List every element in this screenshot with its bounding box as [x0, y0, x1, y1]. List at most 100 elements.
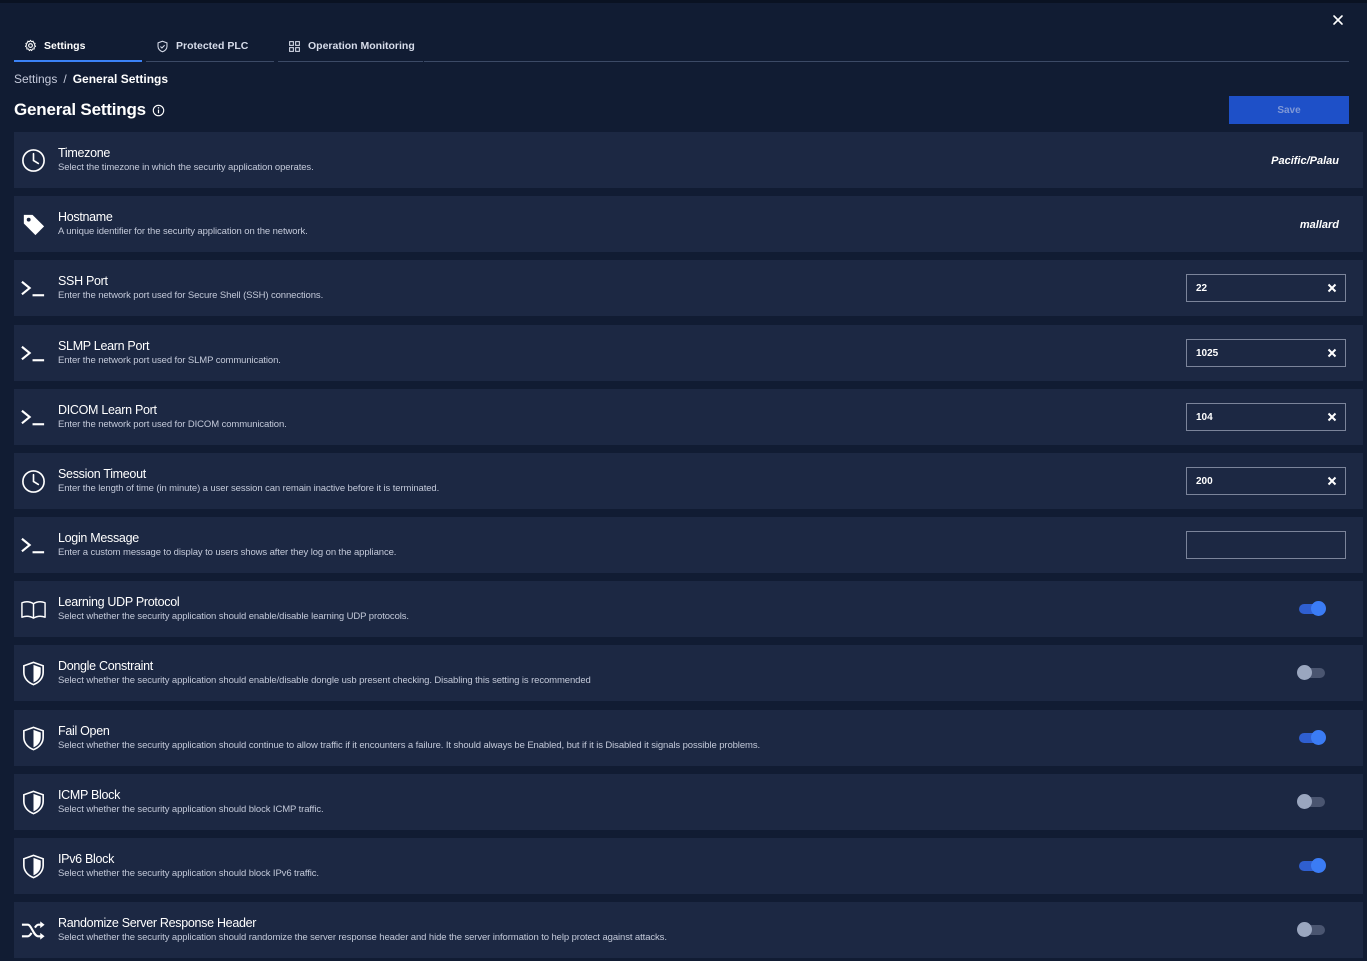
close-icon[interactable] — [1331, 13, 1345, 27]
dongle-constraint-toggle[interactable] — [1297, 664, 1329, 682]
setting-title: ICMP Block — [58, 788, 121, 802]
clock-icon — [20, 147, 47, 174]
toggle-knob — [1297, 665, 1312, 680]
setting-row-timezone: Timezone Select the timezone in which th… — [14, 132, 1363, 188]
shield-icon — [20, 660, 47, 687]
setting-title: Hostname — [58, 210, 113, 224]
setting-row-dongle-constraint: Dongle Constraint Select whether the sec… — [14, 645, 1363, 701]
toggle-knob — [1297, 922, 1312, 937]
slmp-port-input[interactable] — [1187, 340, 1317, 366]
setting-title: SSH Port — [58, 274, 108, 288]
shield-check-icon — [157, 40, 168, 52]
setting-row-randomize-header: Randomize Server Response Header Select … — [14, 902, 1363, 958]
setting-title: Fail Open — [58, 724, 110, 738]
login-message-field — [1186, 531, 1346, 559]
shield-icon — [20, 725, 47, 752]
grid-icon — [289, 40, 300, 52]
terminal-icon — [20, 275, 47, 302]
tab-protected-plc[interactable]: Protected PLC — [146, 31, 274, 62]
tab-bar: Settings Protected PLC Operation Monitor… — [14, 31, 1349, 62]
save-button[interactable]: Save — [1229, 96, 1349, 124]
tab-protected-plc-label: Protected PLC — [176, 40, 249, 52]
tab-divider — [424, 61, 1349, 62]
setting-row-dicom-learn-port: DICOM Learn Port Enter the network port … — [14, 389, 1363, 445]
login-message-input[interactable] — [1187, 532, 1317, 558]
toggle-knob — [1311, 730, 1326, 745]
setting-description: Select the timezone in which the securit… — [58, 162, 314, 173]
tab-operation-monitoring[interactable]: Operation Monitoring — [278, 31, 423, 62]
ssh-port-field — [1186, 274, 1346, 302]
terminal-icon — [20, 340, 47, 367]
setting-description: Select whether the security application … — [58, 611, 409, 622]
ssh-port-input[interactable] — [1187, 275, 1317, 301]
setting-title: Timezone — [58, 146, 111, 160]
page-title: General Settings — [14, 100, 165, 120]
toggle-knob — [1311, 601, 1326, 616]
setting-row-slmp-learn-port: SLMP Learn Port Enter the network port u… — [14, 325, 1363, 381]
slmp-port-field — [1186, 339, 1346, 367]
setting-row-learning-udp: Learning UDP Protocol Select whether the… — [14, 581, 1363, 637]
hostname-value[interactable]: mallard — [1300, 219, 1339, 231]
breadcrumb-separator: / — [63, 72, 67, 86]
setting-description: Enter the network port used for Secure S… — [58, 290, 324, 301]
dicom-port-input[interactable] — [1187, 404, 1317, 430]
setting-description: Select whether the security application … — [58, 675, 591, 686]
setting-title: Session Timeout — [58, 467, 146, 481]
setting-title: Learning UDP Protocol — [58, 595, 180, 609]
randomize-header-toggle[interactable] — [1297, 921, 1329, 939]
clear-icon[interactable] — [1326, 282, 1338, 294]
terminal-icon — [20, 404, 47, 431]
clock-icon — [20, 468, 47, 495]
terminal-icon — [20, 532, 47, 559]
fail-open-toggle[interactable] — [1297, 729, 1329, 747]
settings-window: Settings Protected PLC Operation Monitor… — [0, 0, 1367, 961]
setting-description: Enter the network port used for DICOM co… — [58, 419, 287, 430]
clear-icon[interactable] — [1326, 411, 1338, 423]
setting-description: Enter the length of time (in minute) a u… — [58, 483, 440, 494]
setting-title: Login Message — [58, 531, 139, 545]
learning-udp-toggle[interactable] — [1297, 600, 1329, 618]
setting-row-fail-open: Fail Open Select whether the security ap… — [14, 710, 1363, 766]
gear-icon — [24, 39, 37, 52]
setting-description: Enter a custom message to display to use… — [58, 547, 397, 558]
shield-icon — [20, 789, 47, 816]
setting-title: SLMP Learn Port — [58, 339, 150, 353]
setting-description: Select whether the security application … — [58, 932, 667, 943]
tab-settings[interactable]: Settings — [14, 31, 142, 62]
shuffle-icon — [20, 917, 47, 944]
setting-description: Select whether the security application … — [58, 804, 324, 815]
ipv6-block-toggle[interactable] — [1297, 857, 1329, 875]
setting-row-ssh-port: SSH Port Enter the network port used for… — [14, 260, 1363, 316]
setting-title: Randomize Server Response Header — [58, 916, 257, 930]
setting-description: Enter the network port used for SLMP com… — [58, 355, 281, 366]
dicom-port-field — [1186, 403, 1346, 431]
clear-icon[interactable] — [1326, 347, 1338, 359]
breadcrumb-current: General Settings — [72, 72, 169, 86]
breadcrumb: Settings / General Settings — [14, 72, 168, 86]
setting-title: IPv6 Block — [58, 852, 115, 866]
setting-title: DICOM Learn Port — [58, 403, 157, 417]
tab-settings-label: Settings — [44, 39, 86, 52]
setting-row-login-message: Login Message Enter a custom message to … — [14, 517, 1363, 573]
tab-operation-monitoring-label: Operation Monitoring — [308, 40, 415, 52]
session-timeout-input[interactable] — [1187, 468, 1317, 494]
toggle-knob — [1311, 858, 1326, 873]
setting-row-ipv6-block: IPv6 Block Select whether the security a… — [14, 838, 1363, 894]
shield-icon — [20, 853, 47, 880]
setting-row-icmp-block: ICMP Block Select whether the security a… — [14, 774, 1363, 830]
setting-description: A unique identifier for the security app… — [58, 226, 308, 237]
setting-title: Dongle Constraint — [58, 659, 153, 673]
info-icon[interactable] — [152, 104, 165, 117]
tag-icon — [20, 211, 47, 238]
icmp-block-toggle[interactable] — [1297, 793, 1329, 811]
setting-description: Select whether the security application … — [58, 740, 761, 751]
clear-icon[interactable] — [1326, 475, 1338, 487]
page-title-text: General Settings — [14, 100, 146, 119]
timezone-value[interactable]: Pacific/Palau — [1271, 155, 1339, 167]
breadcrumb-root[interactable]: Settings — [14, 72, 57, 86]
setting-description: Select whether the security application … — [58, 868, 319, 879]
session-timeout-field — [1186, 467, 1346, 495]
setting-row-hostname: Hostname A unique identifier for the sec… — [14, 196, 1363, 252]
setting-row-session-timeout: Session Timeout Enter the length of time… — [14, 453, 1363, 509]
book-icon — [20, 596, 47, 623]
